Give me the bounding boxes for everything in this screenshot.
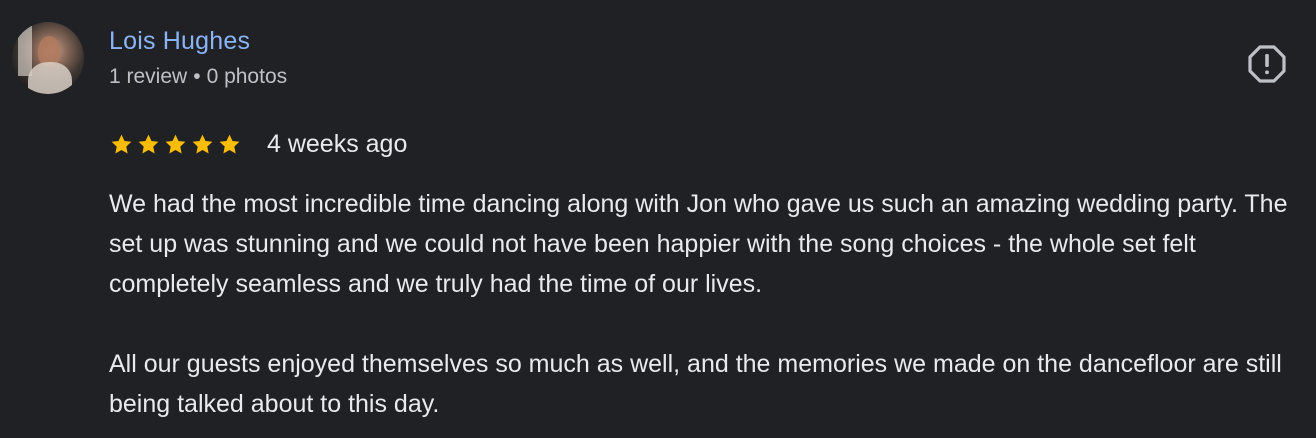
meta-separator: • — [193, 65, 201, 88]
photo-count: 0 photos — [206, 65, 288, 88]
report-icon[interactable] — [1246, 43, 1288, 85]
review-text: We had the most incredible time dancing … — [109, 184, 1299, 424]
star-rating — [109, 132, 242, 157]
review-paragraph: We had the most incredible time dancing … — [109, 190, 1288, 298]
star-icon — [111, 134, 132, 153]
star-icon — [138, 134, 159, 153]
review-card: Lois Hughes 1 review • 0 photos 4 weeks ag… — [0, 0, 1316, 438]
reviewer-avatar[interactable] — [12, 22, 84, 94]
rating-row: 4 weeks ago — [109, 128, 407, 160]
review-count: 1 review — [109, 65, 188, 88]
star-icon — [192, 134, 213, 153]
star-icon — [219, 134, 240, 153]
star-icon — [165, 134, 186, 153]
avatar-window-detail — [18, 26, 32, 76]
avatar-dress-detail — [28, 62, 72, 94]
review-date: 4 weeks ago — [267, 129, 408, 158]
review-paragraph: All our guests enjoyed themselves so muc… — [109, 350, 1282, 418]
reviewer-stats: 1 review • 0 photos — [109, 65, 287, 89]
reviewer-name-link[interactable]: Lois Hughes — [109, 27, 250, 56]
